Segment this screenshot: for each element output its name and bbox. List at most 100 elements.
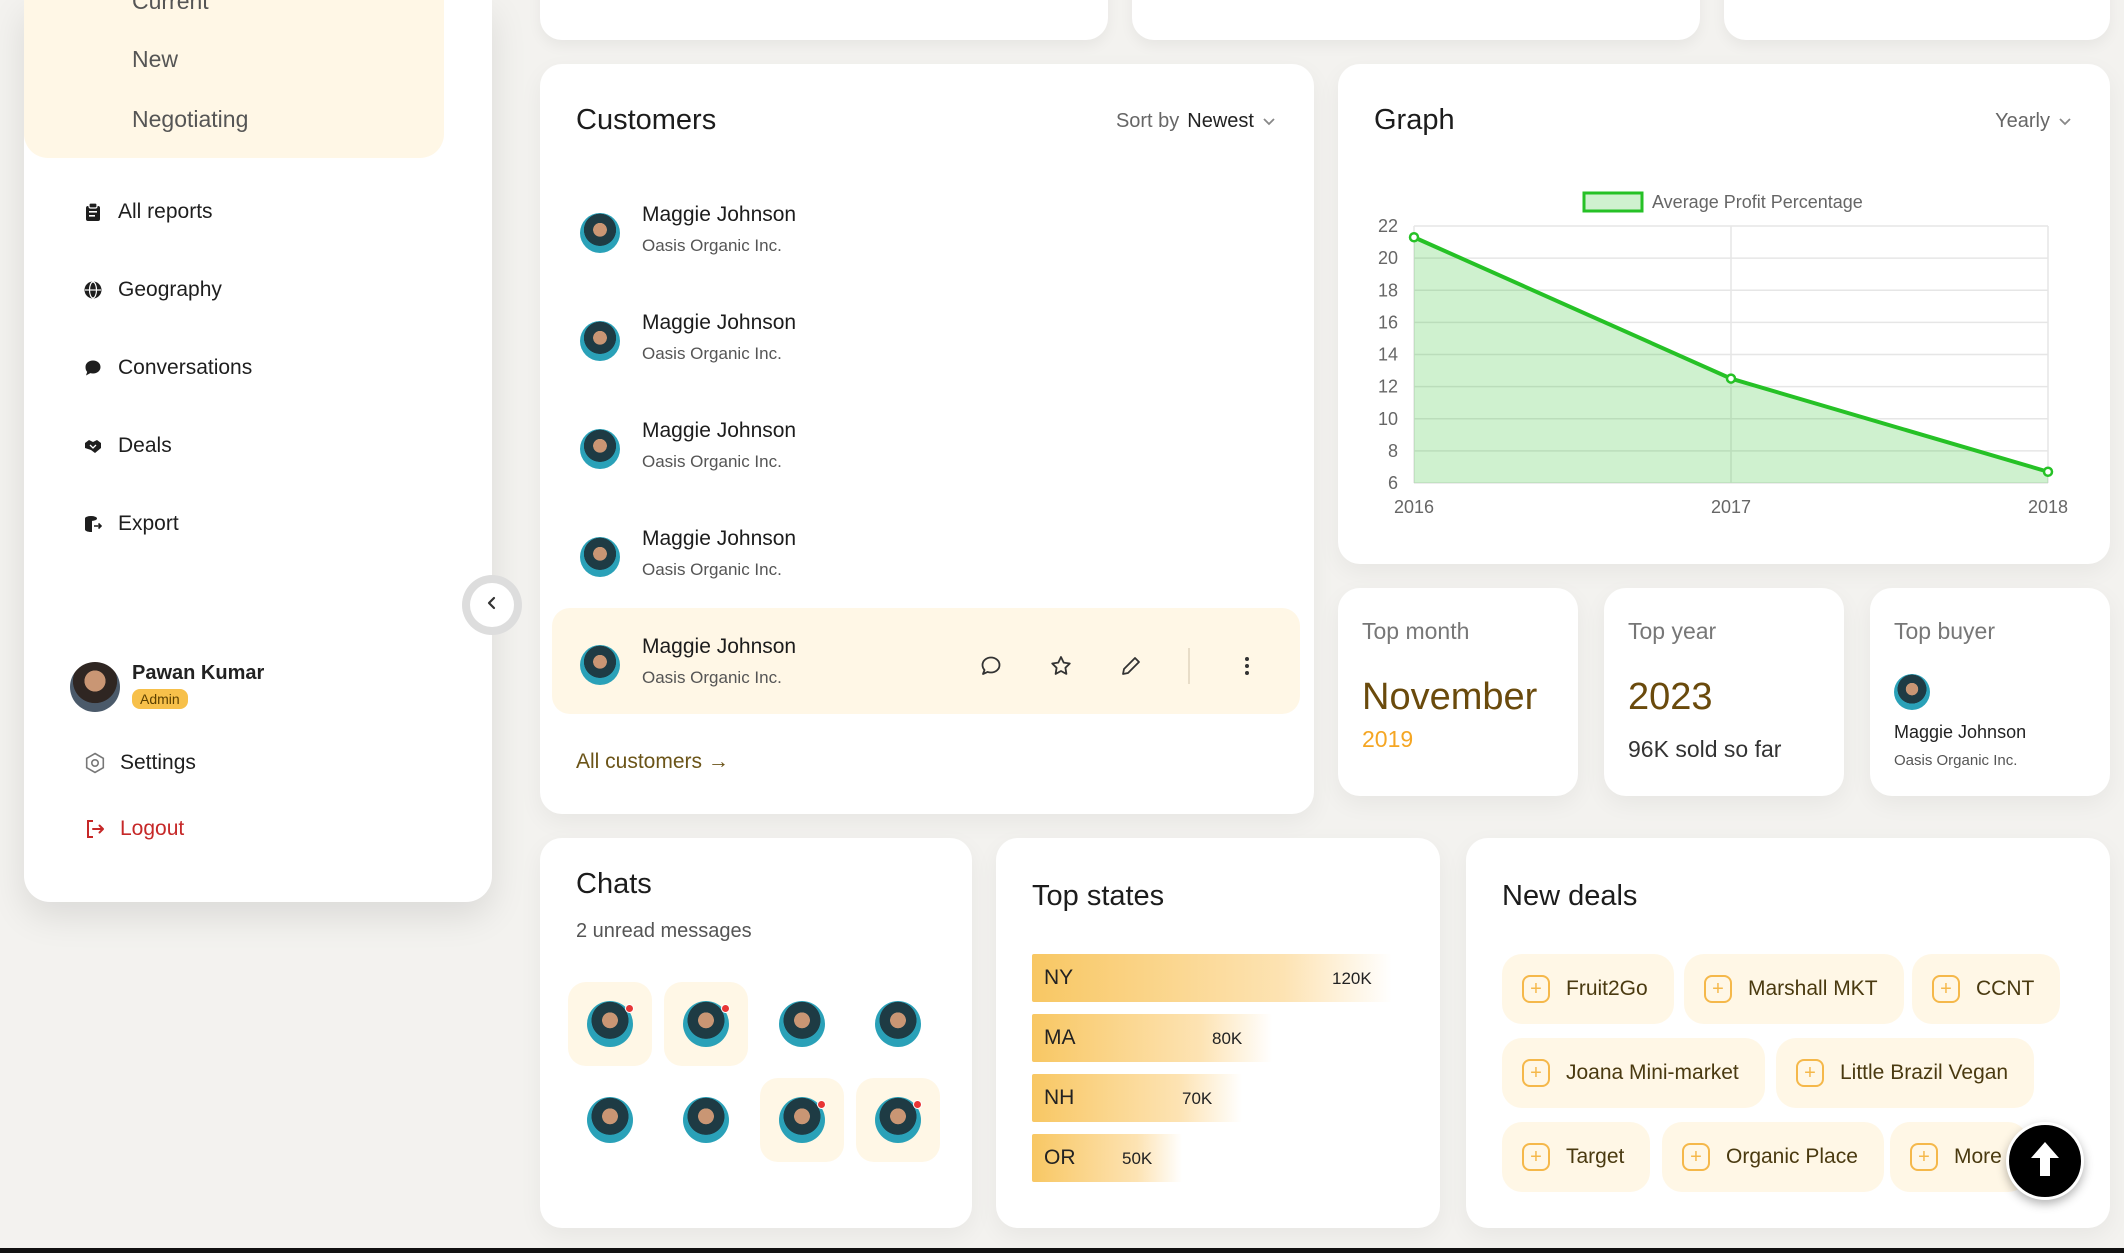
deal-label: Joana Mini-market — [1566, 1061, 1739, 1084]
y-tick-label: 14 — [1378, 345, 1398, 365]
state-value: 50K — [1122, 1149, 1153, 1168]
customer-company: Oasis Organic Inc. — [642, 344, 782, 363]
star-icon[interactable] — [1048, 653, 1074, 679]
state-bar: NH 70K — [1032, 1074, 1242, 1122]
gear-icon — [84, 752, 106, 774]
state-value: 80K — [1212, 1029, 1243, 1048]
customer-row[interactable]: Maggie Johnson Oasis Organic Inc. — [552, 392, 1300, 498]
chat-contact[interactable] — [664, 982, 748, 1066]
collapse-sidebar-button[interactable] — [462, 575, 522, 635]
settings-link[interactable]: Settings — [84, 746, 196, 780]
deal-chip[interactable]: + Joana Mini-market — [1502, 1038, 1765, 1108]
submenu-item-negotiating[interactable]: Negotiating — [132, 106, 248, 133]
customer-row[interactable]: Maggie Johnson Oasis Organic Inc. — [552, 608, 1300, 714]
top-month-card: Top month November 2019 — [1338, 588, 1578, 796]
plus-icon: + — [1682, 1143, 1710, 1171]
summary-card — [540, 0, 1108, 40]
customer-company: Oasis Organic Inc. — [642, 560, 782, 579]
customer-name: Maggie Johnson — [642, 419, 797, 442]
sidebar-item-label: Conversations — [118, 356, 253, 379]
chat-contact[interactable] — [760, 982, 844, 1066]
unread-dot — [625, 1004, 634, 1013]
deal-label: Little Brazil Vegan — [1840, 1061, 2009, 1084]
submenu-item-current[interactable]: Current — [132, 0, 209, 15]
sort-value: Newest — [1187, 110, 1254, 132]
top-year-card: Top year 2023 96K sold so far — [1604, 588, 1844, 796]
top-year-value: 2023 — [1628, 676, 1713, 718]
plus-icon: + — [1704, 975, 1732, 1003]
sidebar-item-geography[interactable]: Geography — [84, 270, 222, 310]
plus-icon: + — [1522, 1059, 1550, 1087]
data-point — [2042, 466, 2054, 478]
all-customers-link[interactable]: All customers → — [576, 750, 729, 774]
chat-contact[interactable] — [568, 1078, 652, 1162]
deal-chip[interactable]: + Marshall MKT — [1684, 954, 1904, 1024]
sidebar-item-deals[interactable]: Deals — [84, 426, 172, 466]
chat-contact[interactable] — [856, 982, 940, 1066]
deal-chip[interactable]: + Little Brazil Vegan — [1776, 1038, 2035, 1108]
customer-row[interactable]: Maggie Johnson Oasis Organic Inc. — [552, 284, 1300, 390]
state-bar: NY 120K — [1032, 954, 1392, 1002]
submenu-item-new[interactable]: New — [132, 46, 178, 73]
globe-icon — [84, 281, 102, 299]
graph-card: Graph Yearly Average Profit Percentage 6… — [1338, 64, 2110, 564]
customers-card: Customers Sort by Newest Maggie Johnson … — [540, 64, 1314, 814]
chat-contact[interactable] — [664, 1078, 748, 1162]
y-tick-label: 6 — [1388, 473, 1398, 493]
divider — [1188, 648, 1190, 684]
state-bar: OR 50K — [1032, 1134, 1182, 1182]
state-value: 120K — [1332, 969, 1372, 988]
chat-avatar — [683, 1097, 729, 1143]
handshake-icon — [84, 437, 102, 455]
chevron-left-icon — [485, 596, 499, 615]
data-point — [1408, 231, 1420, 243]
sort-dropdown[interactable]: Sort by Newest — [1116, 110, 1276, 133]
plus-icon: + — [1910, 1143, 1938, 1171]
plus-icon: + — [1932, 975, 1960, 1003]
chat-bubble-icon — [84, 359, 102, 377]
customer-row[interactable]: Maggie Johnson Oasis Organic Inc. — [552, 176, 1300, 282]
new-deals-title: New deals — [1502, 880, 1638, 912]
state-code: NY — [1044, 966, 1074, 989]
legend-swatch — [1582, 191, 1644, 213]
top-states-card: Top states NY 120K MA 80K NH 70K OR 50K — [996, 838, 1440, 1228]
deal-chip[interactable]: + Fruit2Go — [1502, 954, 1674, 1024]
state-code: OR — [1044, 1146, 1076, 1169]
customer-row[interactable]: Maggie Johnson Oasis Organic Inc. — [552, 500, 1300, 606]
sidebar-item-all-reports[interactable]: All reports — [84, 192, 213, 232]
chat-contact[interactable] — [760, 1078, 844, 1162]
summary-card — [1132, 0, 1700, 40]
deals-submenu: Current New Negotiating — [24, 0, 444, 158]
deal-chip[interactable]: + Target — [1502, 1122, 1651, 1192]
all-customers-label: All customers — [576, 750, 703, 773]
deal-chip[interactable]: + Organic Place — [1662, 1122, 1884, 1192]
buyer-name: Maggie Johnson — [1894, 722, 2027, 742]
plus-icon: + — [1522, 1143, 1550, 1171]
customer-name: Maggie Johnson — [642, 527, 797, 550]
sidebar-item-export[interactable]: Export — [84, 504, 179, 544]
y-tick-label: 22 — [1378, 216, 1398, 236]
chat-contact[interactable] — [568, 982, 652, 1066]
deal-chip[interactable]: + CCNT — [1912, 954, 2061, 1024]
state-code: NH — [1044, 1086, 1075, 1109]
deal-label: More — [1954, 1145, 2002, 1168]
logout-link[interactable]: Logout — [84, 812, 184, 846]
state-code: MA — [1044, 1026, 1076, 1049]
legend-label: Average Profit Percentage — [1652, 192, 1863, 212]
sort-prefix: Sort by — [1115, 110, 1180, 132]
pencil-icon[interactable] — [1118, 653, 1144, 679]
scroll-to-top-button[interactable] — [2006, 1122, 2084, 1200]
customer-name: Maggie Johnson — [642, 311, 797, 334]
avatar[interactable] — [70, 662, 120, 712]
chat-contact[interactable] — [856, 1078, 940, 1162]
state-bar: MA 80K — [1032, 1014, 1272, 1062]
deal-label: Organic Place — [1726, 1145, 1858, 1168]
message-icon[interactable] — [978, 653, 1004, 679]
chats-title: Chats — [576, 868, 652, 900]
more-vertical-icon[interactable] — [1234, 653, 1260, 679]
sidebar-item-conversations[interactable]: Conversations — [84, 348, 252, 388]
data-point — [1725, 373, 1737, 384]
unread-dot — [721, 1004, 730, 1013]
top-buyer-card: Top buyer Maggie Johnson Oasis Organic I… — [1870, 588, 2110, 796]
chats-card: Chats 2 unread messages — [540, 838, 972, 1228]
